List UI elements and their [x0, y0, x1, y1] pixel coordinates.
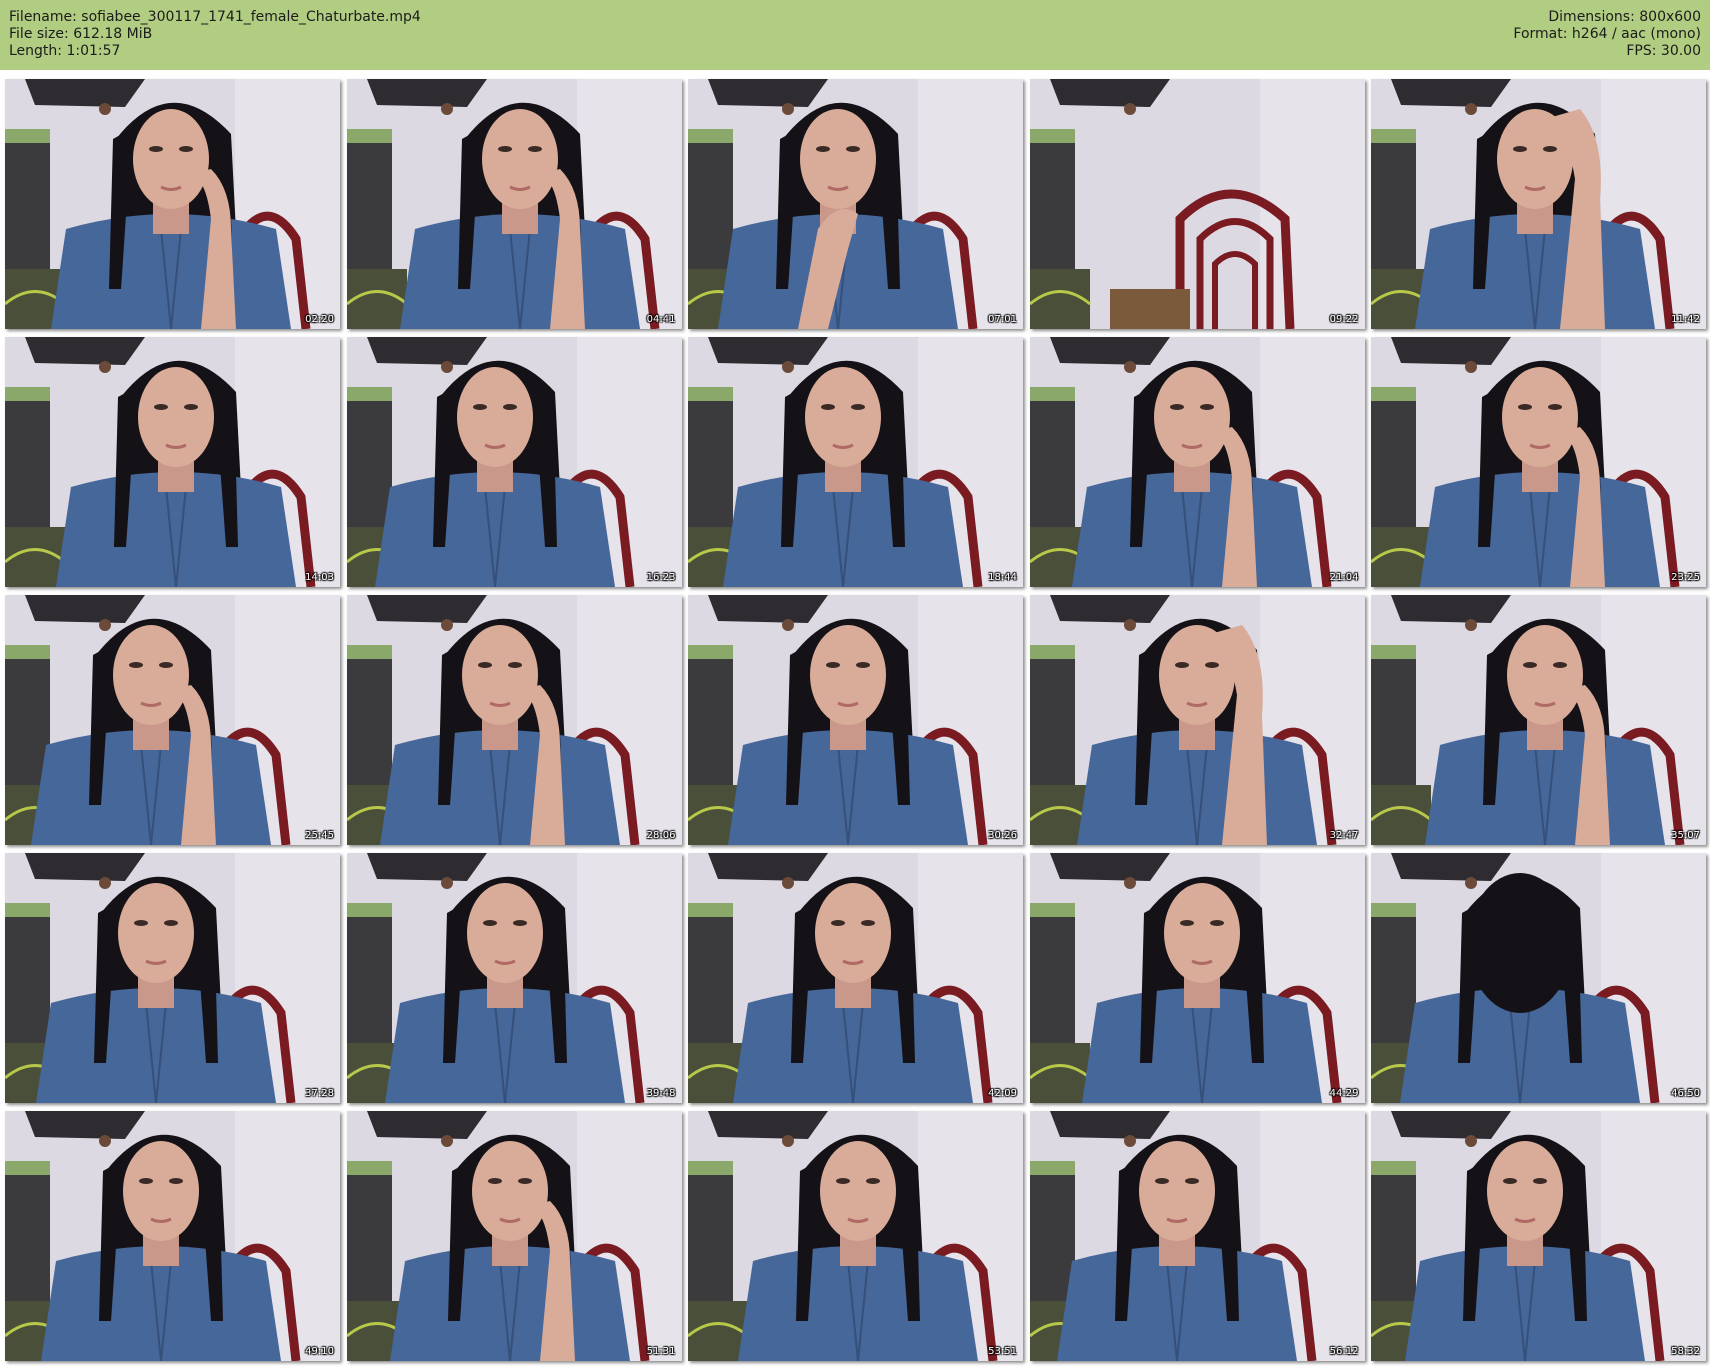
- frame-timestamp: 56:12: [1329, 1346, 1359, 1357]
- video-frame-image: [688, 1111, 1023, 1361]
- frame-timestamp: 11:42: [1671, 314, 1700, 325]
- frame-timestamp: 42:09: [988, 1088, 1017, 1099]
- video-frame-image: [5, 853, 340, 1103]
- frame-timestamp: 23:25: [1671, 572, 1700, 583]
- video-frame-image: [1371, 853, 1706, 1103]
- info-header: Filename: sofiabee_300117_1741_female_Ch…: [0, 0, 1710, 70]
- video-frame-image: [1029, 595, 1365, 845]
- video-frame-image: [1029, 1111, 1365, 1361]
- thumbnail-frame: 46:50: [1371, 853, 1706, 1103]
- frame-timestamp: 49:10: [305, 1346, 334, 1357]
- thumbnail-frame: 58:32: [1371, 1111, 1706, 1361]
- thumbnail-frame: 25:45: [5, 595, 340, 845]
- video-frame-image: [688, 79, 1023, 329]
- frame-timestamp: 35:07: [1671, 830, 1700, 841]
- thumbnail-frame: 18:44: [688, 337, 1023, 587]
- video-frame-image: [1371, 595, 1706, 845]
- video-frame-image: [5, 1111, 340, 1361]
- filesize-text: File size: 612.18 MiB: [9, 26, 153, 42]
- thumbnail-frame: 53:51: [688, 1111, 1023, 1361]
- frame-timestamp: 28:06: [646, 830, 676, 841]
- frame-timestamp: 37:28: [305, 1088, 334, 1099]
- frame-timestamp: 39:48: [646, 1088, 676, 1099]
- thumbnail-frame: 42:09: [688, 853, 1023, 1103]
- video-frame-image: [346, 595, 682, 845]
- frame-timestamp: 04:41: [646, 314, 676, 325]
- dimensions-text: Dimensions: 800x600: [1548, 9, 1701, 25]
- video-frame-image: [1371, 79, 1706, 329]
- thumbnail-frame: 11:42: [1371, 79, 1706, 329]
- frame-timestamp: 21:04: [1329, 572, 1359, 583]
- frame-timestamp: 16:23: [646, 572, 676, 583]
- video-frame-image: [5, 595, 340, 845]
- thumbnail-frame: 04:41: [346, 79, 682, 329]
- frame-timestamp: 53:51: [988, 1346, 1017, 1357]
- video-frame-image: [5, 79, 340, 329]
- thumbnail-frame: 14:03: [5, 337, 340, 587]
- frame-timestamp: 58:32: [1671, 1346, 1700, 1357]
- info-left: Filename: sofiabee_300117_1741_female_Ch…: [9, 9, 421, 60]
- video-frame-image: [1371, 1111, 1706, 1361]
- video-frame-image: [1029, 337, 1365, 587]
- frame-timestamp: 09:22: [1329, 314, 1359, 325]
- frame-timestamp: 32:47: [1329, 830, 1359, 841]
- frame-timestamp: 02:20: [305, 314, 334, 325]
- thumbnail-frame: 49:10: [5, 1111, 340, 1361]
- fps-text: FPS: 30.00: [1626, 43, 1701, 59]
- thumbnail-frame: 02:20: [5, 79, 340, 329]
- thumbnail-frame: 09:22: [1029, 79, 1365, 329]
- thumbnail-frame: 35:07: [1371, 595, 1706, 845]
- video-frame-image: [688, 337, 1023, 587]
- frame-timestamp: 51:31: [646, 1346, 676, 1357]
- thumbnail-frame: 21:04: [1029, 337, 1365, 587]
- thumbnail-frame: 28:06: [346, 595, 682, 845]
- frame-timestamp: 44:29: [1329, 1088, 1359, 1099]
- thumbnail-frame: 07:01: [688, 79, 1023, 329]
- thumbnail-frame: 51:31: [346, 1111, 682, 1361]
- frame-timestamp: 07:01: [988, 314, 1017, 325]
- video-frame-image: [346, 79, 682, 329]
- frame-timestamp: 30:26: [988, 830, 1017, 841]
- video-frame-image: [1029, 79, 1365, 329]
- thumbnail-frame: 32:47: [1029, 595, 1365, 845]
- video-frame-image: [346, 1111, 682, 1361]
- length-text: Length: 1:01:57: [9, 43, 121, 59]
- video-frame-image: [688, 853, 1023, 1103]
- info-right: Dimensions: 800x600 Format: h264 / aac (…: [1513, 9, 1701, 60]
- thumbnail-frame: 37:28: [5, 853, 340, 1103]
- frame-timestamp: 18:44: [988, 572, 1017, 583]
- format-text: Format: h264 / aac (mono): [1513, 26, 1701, 42]
- thumbnail-frame: 44:29: [1029, 853, 1365, 1103]
- thumbnail-frame: 56:12: [1029, 1111, 1365, 1361]
- frame-timestamp: 46:50: [1671, 1088, 1700, 1099]
- video-frame-image: [1029, 853, 1365, 1103]
- video-frame-image: [346, 853, 682, 1103]
- frame-timestamp: 25:45: [305, 830, 334, 841]
- video-frame-image: [688, 595, 1023, 845]
- video-frame-image: [1371, 337, 1706, 587]
- frame-timestamp: 14:03: [305, 572, 334, 583]
- thumbnail-frame: 39:48: [346, 853, 682, 1103]
- filename-text: Filename: sofiabee_300117_1741_female_Ch…: [9, 9, 421, 25]
- thumbnail-frame: 23:25: [1371, 337, 1706, 587]
- thumbnail-frame: 30:26: [688, 595, 1023, 845]
- video-frame-image: [346, 337, 682, 587]
- video-frame-image: [5, 337, 340, 587]
- thumbnail-frame: 16:23: [346, 337, 682, 587]
